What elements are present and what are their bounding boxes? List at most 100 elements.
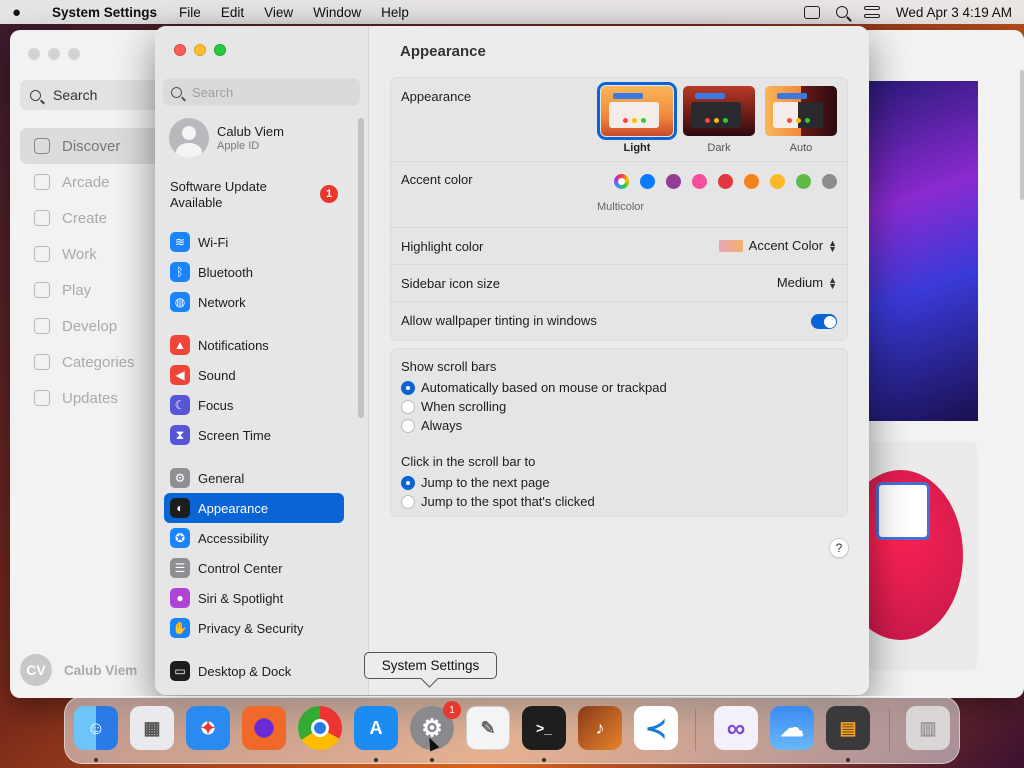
menu-window[interactable]: Window	[313, 5, 361, 20]
minimize-button[interactable]	[194, 44, 206, 56]
sidebar-scrollbar[interactable]	[358, 118, 364, 418]
nav-arcade[interactable]: Arcade	[20, 164, 170, 200]
accent-swatch-blue[interactable]	[640, 174, 655, 189]
dock-tooltip: System Settings	[364, 652, 497, 679]
accent-swatch-purple[interactable]	[666, 174, 681, 189]
highlight-color-label: Highlight color	[401, 239, 484, 254]
sidebar-item-control-center[interactable]: ☰ Control Center	[164, 553, 344, 583]
dock-separator	[695, 709, 696, 751]
sidebar-item-network[interactable]: ◍ Network	[164, 287, 344, 317]
sidebar-item-siri-spotlight[interactable]: ● Siri & Spotlight	[164, 583, 344, 613]
launchpad-icon[interactable]: ▦	[130, 706, 174, 750]
sidebar-item-general[interactable]: ⚙ General	[164, 463, 344, 493]
nav-play[interactable]: Play	[20, 272, 170, 308]
sidebar-group-network: ≋ Wi-Fi ᛒ Bluetooth ◍ Network	[164, 227, 344, 317]
nav-label: Create	[62, 209, 108, 227]
sidebar-icon-size-value: Medium	[776, 275, 824, 290]
accent-swatch-green[interactable]	[796, 174, 811, 189]
accent-swatch-yellow[interactable]	[770, 174, 785, 189]
accent-swatch-red[interactable]	[718, 174, 733, 189]
menu-help[interactable]: Help	[381, 5, 409, 20]
software-update-item[interactable]: Software Update Available 1	[170, 179, 360, 211]
nav-discover[interactable]: Discover	[20, 128, 170, 164]
app-store-search[interactable]: Search	[20, 80, 170, 110]
radio-jump-next-page[interactable]: Jump to the next page	[401, 473, 595, 492]
control-center-icon: ☰	[170, 558, 190, 578]
wallpaper-tinting-toggle[interactable]	[811, 314, 837, 329]
appearance-option-light[interactable]: Light	[597, 82, 677, 154]
nav-categories[interactable]: Categories	[20, 344, 170, 380]
calculator-icon[interactable]: ▤	[826, 706, 870, 750]
sidebar-item-sound[interactable]: ◀ Sound	[164, 360, 344, 390]
nav-create[interactable]: Create	[20, 200, 170, 236]
sidebar-item-bluetooth[interactable]: ᛒ Bluetooth	[164, 257, 344, 287]
app-store-icon[interactable]: A	[354, 706, 398, 750]
appearance-icon: ◐	[170, 498, 190, 518]
vscode-icon[interactable]: ≺	[634, 706, 678, 750]
spotlight-search-icon[interactable]	[835, 6, 848, 18]
radio-scroll-automatic[interactable]: Automatically based on mouse or trackpad	[401, 378, 667, 397]
sidebar-item-label: Accessibility	[198, 530, 269, 546]
system-settings-badge: 1	[443, 701, 461, 719]
menu-bar-clock[interactable]: Wed Apr 3 4:19 AM	[896, 5, 1012, 20]
radio-scroll-when-scrolling[interactable]: When scrolling	[401, 397, 667, 416]
bell-icon: ▲	[170, 335, 190, 355]
avatar: CV	[20, 654, 52, 686]
apple-id-account[interactable]: Calub Viem Apple ID	[169, 118, 284, 158]
sidebar-item-label: Desktop & Dock	[198, 663, 292, 679]
sidebar-item-screen-time[interactable]: ⧗ Screen Time	[164, 420, 344, 450]
weather-icon[interactable]: ☁	[770, 706, 814, 750]
safari-icon[interactable]: ✦	[186, 706, 230, 750]
trash-icon[interactable]: ▥	[906, 706, 950, 750]
running-indicator	[542, 758, 546, 762]
sidebar-item-desktop-dock[interactable]: ▭ Desktop & Dock	[164, 656, 344, 686]
dock-icon: ▭	[170, 661, 190, 681]
nav-updates[interactable]: Updates	[20, 380, 170, 416]
sidebar-item-notifications[interactable]: ▲ Notifications	[164, 330, 344, 360]
zoom-button[interactable]	[214, 44, 226, 56]
sidebar-item-appearance[interactable]: ◐ Appearance	[164, 493, 344, 523]
sidebar-item-privacy-security[interactable]: ✋ Privacy & Security	[164, 613, 344, 643]
globe-icon: ◍	[170, 292, 190, 312]
appearance-option-auto[interactable]: Auto	[765, 86, 837, 154]
menu-bar: ● System Settings File Edit View Window …	[0, 0, 1024, 24]
nav-work[interactable]: Work	[20, 236, 170, 272]
garageband-icon[interactable]: ♪	[578, 706, 622, 750]
highlight-color-popup[interactable]: Accent Color ▲ ▼	[718, 238, 837, 253]
sidebar-item-focus[interactable]: ☾ Focus	[164, 390, 344, 420]
sidebar-item-accessibility[interactable]: ✪ Accessibility	[164, 523, 344, 553]
sidebar-item-wifi[interactable]: ≋ Wi-Fi	[164, 227, 344, 257]
page-title: Appearance	[400, 43, 486, 60]
nav-label: Discover	[62, 137, 121, 155]
app-menu[interactable]: System Settings	[52, 5, 157, 20]
sidebar-icon-size-popup[interactable]: Medium ▲ ▼	[777, 275, 837, 290]
visual-studio-icon[interactable]: ∞	[714, 706, 758, 750]
accent-swatch-orange[interactable]	[744, 174, 759, 189]
window-controls	[174, 44, 226, 56]
chrome-icon[interactable]	[298, 706, 342, 750]
finder-icon[interactable]: ☺	[74, 706, 118, 750]
scrollbar[interactable]	[1020, 70, 1024, 200]
close-button[interactable]	[174, 44, 186, 56]
radio-scroll-always[interactable]: Always	[401, 416, 667, 435]
screen-mirroring-icon[interactable]	[803, 5, 820, 19]
accent-swatch-multicolor[interactable]	[614, 174, 629, 189]
appearance-option-dark[interactable]: Dark	[683, 86, 755, 154]
accent-swatch-graphite[interactable]	[822, 174, 837, 189]
terminal-icon[interactable]: >_	[522, 706, 566, 750]
menu-file[interactable]: File	[179, 5, 201, 20]
featured-artwork[interactable]	[868, 81, 978, 421]
apple-menu-icon[interactable]: ●	[12, 4, 40, 21]
menu-edit[interactable]: Edit	[221, 5, 244, 20]
accent-swatch-pink[interactable]	[692, 174, 707, 189]
app-store-account[interactable]: CV Calub Viem	[20, 654, 137, 686]
help-button[interactable]: ?	[829, 538, 849, 558]
firefox-icon[interactable]	[242, 706, 286, 750]
nav-develop[interactable]: Develop	[20, 308, 170, 344]
radio-jump-to-spot[interactable]: Jump to the spot that's clicked	[401, 492, 595, 511]
settings-search-input[interactable]: Search	[163, 78, 360, 106]
control-center-icon[interactable]	[863, 6, 880, 18]
menu-view[interactable]: View	[264, 5, 293, 20]
featured-app-artwork[interactable]	[868, 442, 978, 670]
textedit-icon[interactable]: ✎	[466, 706, 510, 750]
